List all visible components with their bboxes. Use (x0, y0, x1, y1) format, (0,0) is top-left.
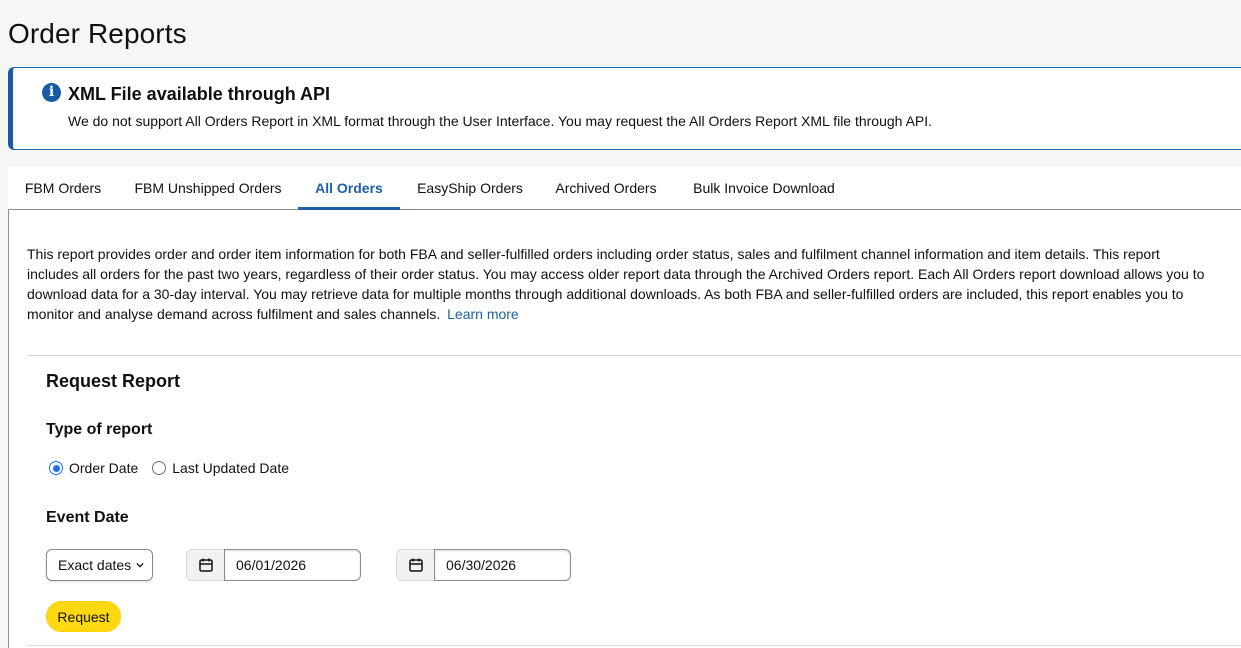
description-text: This report provides order and order ite… (27, 246, 1205, 322)
xml-api-alert: i XML File available through API We do n… (8, 67, 1241, 150)
request-button[interactable]: Request (46, 601, 121, 632)
chevron-down-icon (136, 562, 144, 568)
last-updated-date-label[interactable]: Last Updated Date (172, 460, 289, 476)
alert-title: XML File available through API (68, 84, 331, 104)
section-divider-bottom (27, 645, 1241, 646)
tab-archived-orders[interactable]: Archived Orders (540, 167, 672, 210)
last-updated-date-radio[interactable] (152, 461, 167, 475)
tab-easyship-orders[interactable]: EasyShip Orders (400, 167, 540, 210)
report-type-radio-group: Order Date Last Updated Date (49, 460, 303, 476)
order-date-radio[interactable] (49, 461, 63, 475)
all-orders-panel: This report provides order and order ite… (8, 210, 1241, 648)
page-title: Order Reports (8, 18, 187, 49)
end-date-group (396, 549, 571, 581)
tab-bulk-invoice-download[interactable]: Bulk Invoice Download (672, 167, 856, 210)
alert-text: We do not support All Orders Report in X… (68, 113, 933, 129)
end-date-input[interactable] (434, 549, 571, 581)
type-of-report-label: Type of report (46, 421, 153, 438)
calendar-icon[interactable] (396, 549, 434, 581)
start-date-group (186, 549, 361, 581)
tab-fbm-orders[interactable]: FBM Orders (8, 167, 118, 210)
learn-more-link[interactable]: Learn more (447, 306, 519, 322)
event-date-label: Event Date (46, 509, 129, 526)
section-divider (27, 355, 1241, 356)
tab-all-orders[interactable]: All Orders (298, 167, 400, 210)
report-description: This report provides order and order ite… (27, 244, 1207, 324)
start-date-input[interactable] (224, 549, 361, 581)
date-range-value: Exact dates (58, 557, 132, 573)
date-range-select[interactable]: Exact dates (46, 549, 153, 581)
tab-fbm-unshipped-orders[interactable]: FBM Unshipped Orders (118, 167, 298, 210)
calendar-icon[interactable] (186, 549, 224, 581)
order-date-label[interactable]: Order Date (69, 460, 138, 476)
request-report-title: Request Report (46, 371, 181, 391)
report-tabs: FBM Orders FBM Unshipped Orders All Orde… (8, 167, 1241, 210)
info-icon: i (42, 83, 61, 102)
